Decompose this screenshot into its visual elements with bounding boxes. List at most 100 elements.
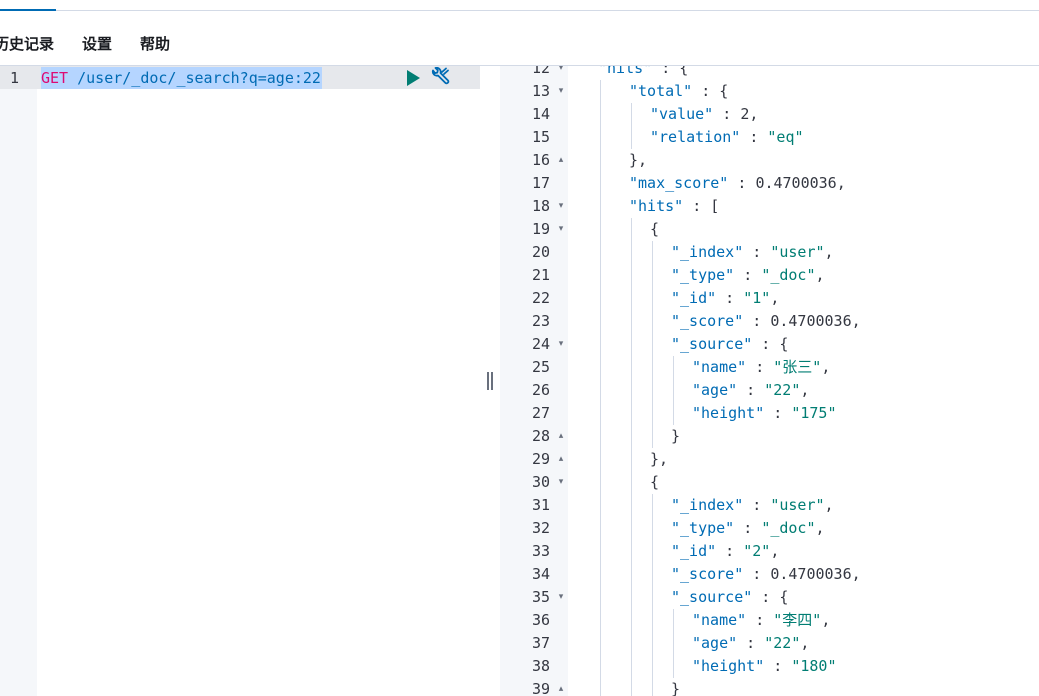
fold-open-icon[interactable]: ▾ xyxy=(556,333,566,356)
response-line-number: 23 xyxy=(531,312,550,330)
indent-guide xyxy=(600,356,601,379)
response-code: "age" : "22", xyxy=(692,632,809,655)
json-string: "_doc" xyxy=(761,519,816,537)
indent-guide xyxy=(631,356,632,379)
response-line-number: 12 xyxy=(531,66,550,77)
response-code: "total" : { xyxy=(629,80,728,103)
fold-open-icon[interactable]: ▾ xyxy=(556,80,566,103)
response-line: 25 "name" : "张三", xyxy=(500,356,1039,379)
json-punct: , xyxy=(821,358,831,376)
indent-guide xyxy=(673,356,674,379)
response-code: { xyxy=(650,218,659,241)
json-punct: , xyxy=(836,174,846,192)
indent-guide xyxy=(631,218,632,241)
json-punct: } xyxy=(671,680,681,696)
play-icon[interactable] xyxy=(405,69,421,87)
fold-close-icon[interactable]: ▴ xyxy=(556,149,566,172)
menu-help[interactable]: 帮助 xyxy=(140,33,170,54)
json-punct: : xyxy=(746,611,774,629)
response-line-number: 21 xyxy=(531,266,550,284)
json-punct: : { xyxy=(692,82,729,100)
json-string: "eq" xyxy=(767,128,804,146)
response-line: 31 "_index" : "user", xyxy=(500,494,1039,517)
json-punct: { xyxy=(650,220,660,238)
indent-guide xyxy=(631,103,632,126)
json-key: "value" xyxy=(650,105,714,123)
indent-guide xyxy=(631,632,632,655)
indent-guide xyxy=(652,310,653,333)
wrench-icon[interactable] xyxy=(428,66,452,89)
indent-guide xyxy=(600,402,601,425)
indent-guide xyxy=(631,655,632,678)
response-line: 27 "height" : "175" xyxy=(500,402,1039,425)
response-line-number: 29 xyxy=(531,450,550,468)
json-punct: , xyxy=(815,519,825,537)
response-line-number: 20 xyxy=(531,243,550,261)
response-line-number: 32 xyxy=(531,519,550,537)
response-code: "_id" : "2", xyxy=(671,540,779,563)
response-code: "height" : "180" xyxy=(692,655,837,678)
json-number: 0.4700036 xyxy=(770,312,852,330)
json-string: "22" xyxy=(764,381,801,399)
indent-guide xyxy=(600,655,601,678)
indent-guide xyxy=(600,494,601,517)
fold-open-icon[interactable]: ▾ xyxy=(556,195,566,218)
request-line[interactable]: GET /user/_doc/_search?q=age:22 xyxy=(41,67,322,89)
response-line-number: 16 xyxy=(531,151,550,169)
json-key: "age" xyxy=(692,634,738,652)
response-line: 18 ▾ "hits" : [ xyxy=(500,195,1039,218)
response-line: 39 ▴} xyxy=(500,678,1039,696)
response-line: 34 "_score" : 0.4700036, xyxy=(500,563,1039,586)
json-punct: : xyxy=(746,358,774,376)
indent-guide xyxy=(600,218,601,241)
response-line-number: 33 xyxy=(531,542,550,560)
response-code: "_source" : { xyxy=(671,586,788,609)
indent-guide xyxy=(631,402,632,425)
response-viewer[interactable]: 12 ▾ "hits" : {13 ▾ "total" : {14 "value" : 2… xyxy=(500,66,1039,696)
response-code: "age" : "22", xyxy=(692,379,809,402)
response-code: } xyxy=(671,425,680,448)
indent-guide xyxy=(600,264,601,287)
menu-history[interactable]: 历史记录 xyxy=(0,33,54,54)
indent-guide xyxy=(600,287,601,310)
json-key: "_index" xyxy=(671,496,744,514)
indent-guide xyxy=(600,609,601,632)
json-string: "user" xyxy=(770,243,825,261)
indent-guide xyxy=(652,264,653,287)
pane-resizer[interactable] xyxy=(480,66,500,696)
response-code: "hits" : { xyxy=(598,66,688,80)
response-line-number: 34 xyxy=(531,565,550,583)
request-body[interactable] xyxy=(37,66,480,696)
indent-guide xyxy=(673,402,674,425)
request-editor[interactable]: 1 GET /user/_doc/_search?q=age:22 xyxy=(0,66,480,696)
fold-open-icon[interactable]: ▾ xyxy=(556,66,566,80)
indent-guide xyxy=(600,379,601,402)
fold-open-icon[interactable]: ▾ xyxy=(556,218,566,241)
resize-handle-icon[interactable] xyxy=(486,372,494,390)
indent-guide xyxy=(652,655,653,678)
json-punct: , xyxy=(824,496,834,514)
menu-settings[interactable]: 设置 xyxy=(82,33,112,54)
response-line-number: 13 xyxy=(531,82,550,100)
indent-guide xyxy=(600,586,601,609)
json-punct: : xyxy=(716,289,744,307)
response-code: "_id" : "1", xyxy=(671,287,779,310)
indent-guide xyxy=(652,517,653,540)
indent-guide xyxy=(600,310,601,333)
indent-guide xyxy=(600,126,601,149)
fold-open-icon[interactable]: ▾ xyxy=(556,586,566,609)
response-code: { xyxy=(650,471,659,494)
indent-guide xyxy=(652,678,653,696)
fold-close-icon[interactable]: ▴ xyxy=(556,448,566,471)
response-line: 33 "_id" : "2", xyxy=(500,540,1039,563)
indent-guide xyxy=(631,287,632,310)
fold-open-icon[interactable]: ▾ xyxy=(556,471,566,494)
fold-close-icon[interactable]: ▴ xyxy=(556,425,566,448)
response-line: 37 "age" : "22", xyxy=(500,632,1039,655)
fold-close-icon[interactable]: ▴ xyxy=(556,678,566,696)
response-line-number: 39 xyxy=(531,680,550,696)
response-line: 35 ▾ "_source" : { xyxy=(500,586,1039,609)
json-punct: , xyxy=(815,266,825,284)
json-key: "_type" xyxy=(671,519,735,537)
response-line: 32 "_type" : "_doc", xyxy=(500,517,1039,540)
